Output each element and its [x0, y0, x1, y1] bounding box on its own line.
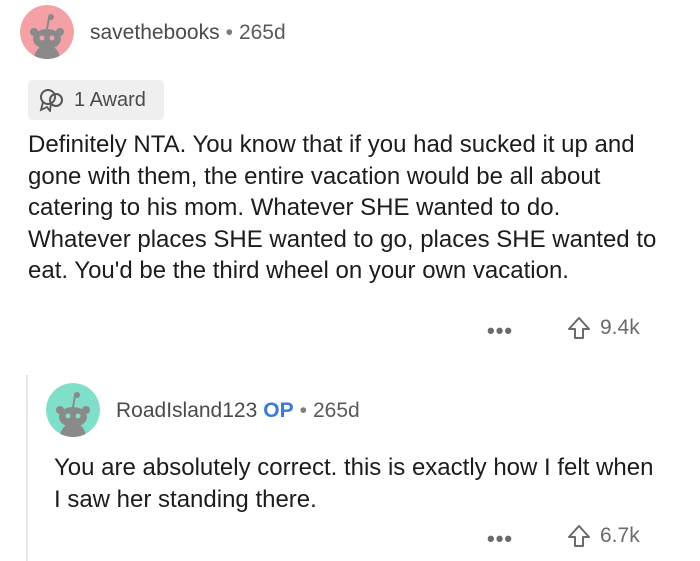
- more-options-icon[interactable]: •••: [487, 318, 513, 344]
- more-options-icon[interactable]: •••: [487, 526, 513, 552]
- op-badge: OP: [263, 399, 294, 422]
- reply-age: 265d: [312, 399, 360, 422]
- upvote-arrow-icon: [568, 317, 590, 339]
- thread-line[interactable]: [26, 375, 28, 561]
- comment-meta: savethebooks • 265d: [90, 21, 286, 45]
- upvote-arrow-icon: [568, 525, 590, 547]
- username[interactable]: savethebooks: [90, 21, 220, 44]
- reply-upvote-button[interactable]: 6.7k: [566, 523, 640, 549]
- comment-body: Definitely NTA. You know that if you had…: [28, 131, 657, 284]
- snoo-avatar-icon: [20, 5, 74, 59]
- avatar[interactable]: [20, 5, 74, 59]
- reply-username[interactable]: RoadIsland123: [116, 399, 257, 422]
- award-badge[interactable]: 1 Award: [28, 80, 164, 120]
- award-icon: [39, 89, 63, 112]
- reply-actions: •••: [487, 526, 513, 552]
- comment-actions: •••: [487, 318, 513, 344]
- vote-count: 9.4k: [600, 316, 640, 339]
- comment-age: 265d: [238, 21, 286, 44]
- reply-avatar[interactable]: [46, 383, 100, 437]
- award-label: 1 Award: [74, 88, 146, 111]
- reply-body: You are absolutely correct. this is exac…: [54, 454, 654, 513]
- comment-thread: savethebooks • 265d 1 Award Definitely NTA…: [0, 0, 700, 561]
- upvote-button[interactable]: 9.4k: [566, 315, 640, 341]
- separator-dot: •: [225, 21, 233, 44]
- reply-meta: RoadIsland123 OP • 265d: [116, 399, 360, 423]
- snoo-avatar-icon: [46, 383, 100, 437]
- reply-vote-count: 6.7k: [600, 524, 640, 547]
- separator-dot: •: [299, 399, 307, 422]
